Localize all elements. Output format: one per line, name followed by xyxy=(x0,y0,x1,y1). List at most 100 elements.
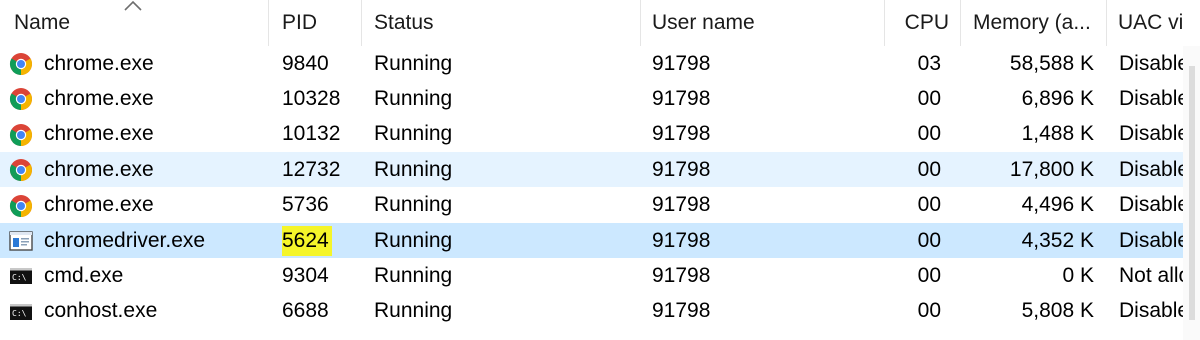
cell-memory-text: 1,488 K xyxy=(1021,122,1094,146)
chrome-icon xyxy=(9,158,33,182)
cell-cpu: 00 xyxy=(886,258,941,293)
cell-memory: 1,488 K xyxy=(960,117,1094,152)
cell-cpu: 00 xyxy=(886,294,941,329)
column-header-user-name[interactable]: User name xyxy=(652,0,882,46)
cell-pid: 5624 xyxy=(282,223,360,258)
column-header-user-name-label: User name xyxy=(652,11,755,34)
cell-uac-text: Disabled xyxy=(1119,193,1183,217)
cell-memory-text: 5,808 K xyxy=(1021,299,1094,323)
cell-memory: 5,808 K xyxy=(960,294,1094,329)
column-divider[interactable] xyxy=(884,0,885,46)
column-header-memory[interactable]: Memory (a... xyxy=(973,0,1103,46)
cell-user-text: 91798 xyxy=(652,86,711,110)
cell-cpu: 03 xyxy=(886,46,941,81)
chrome-icon xyxy=(9,194,33,218)
cell-status-text: Running xyxy=(374,193,453,217)
cell-cpu-text: 00 xyxy=(917,86,941,110)
column-divider[interactable] xyxy=(1106,0,1107,46)
cell-uac-text: Disabled xyxy=(1119,86,1183,110)
cell-uac: Disabled xyxy=(1119,117,1183,152)
cell-status-text: Running xyxy=(374,263,453,287)
cell-status-text: Running xyxy=(374,228,453,252)
cell-cpu: 00 xyxy=(886,223,941,258)
cell-name-text: chrome.exe xyxy=(44,157,154,181)
cell-pid: 9304 xyxy=(282,258,360,293)
cell-cpu-text: 00 xyxy=(917,263,941,287)
cell-cpu-text: 00 xyxy=(917,228,941,252)
cell-pid-text: 9304 xyxy=(282,263,329,287)
cell-status: Running xyxy=(374,294,638,329)
cell-name: chrome.exe xyxy=(44,152,266,187)
cell-uac-text: Disabled xyxy=(1119,51,1183,75)
cell-name-text: cmd.exe xyxy=(44,263,124,287)
column-header-cpu[interactable]: CPU xyxy=(886,0,949,46)
cell-status-text: Running xyxy=(374,299,453,323)
table-row[interactable]: chrome.exe 10132 Running 91798 00 1,488 K Disa… xyxy=(0,117,1200,152)
cell-user: 91798 xyxy=(652,117,882,152)
cell-uac-text: Disabled xyxy=(1119,299,1183,323)
vertical-scrollbar[interactable] xyxy=(1183,46,1200,340)
column-header-pid[interactable]: PID xyxy=(282,0,360,46)
table-row[interactable]: chrome.exe 5736 Running 91798 00 4,496 K Disab… xyxy=(0,188,1200,223)
app-window-icon xyxy=(9,229,33,253)
column-divider[interactable] xyxy=(640,0,641,46)
cell-uac: Not allo xyxy=(1119,258,1183,293)
column-divider[interactable] xyxy=(361,0,362,46)
console-icon: C:\ xyxy=(9,300,33,324)
column-header-uac-label: UAC vir xyxy=(1118,11,1183,34)
column-header-status[interactable]: Status xyxy=(374,0,638,46)
svg-text:C:\: C:\ xyxy=(12,273,27,282)
cell-memory: 4,352 K xyxy=(960,223,1094,258)
cell-pid-text: 10132 xyxy=(282,122,341,146)
cell-uac: Disabled xyxy=(1119,188,1183,223)
cell-name-text: chrome.exe xyxy=(44,86,154,110)
column-header-name[interactable]: Name xyxy=(14,0,266,46)
table-row[interactable]: chrome.exe 9840 Running 91798 03 58,588 K Disa… xyxy=(0,46,1200,81)
cell-memory-text: 6,896 K xyxy=(1021,86,1094,110)
cell-cpu: 00 xyxy=(886,117,941,152)
table-row[interactable]: C:\ cmd.exe 9304 Running 91798 00 0 K Not allo xyxy=(0,258,1200,293)
cell-memory: 6,896 K xyxy=(960,81,1094,116)
cell-uac: Disabled xyxy=(1119,294,1183,329)
cell-name-text: chrome.exe xyxy=(44,122,154,146)
column-divider[interactable] xyxy=(960,0,961,46)
cell-pid-text: 5736 xyxy=(282,193,329,217)
cell-pid: 9840 xyxy=(282,46,360,81)
cell-uac-text: Disabled xyxy=(1119,122,1183,146)
column-header-pid-label: PID xyxy=(282,11,318,34)
cell-memory-text: 0 K xyxy=(1062,263,1094,287)
cell-name: chrome.exe xyxy=(44,46,266,81)
cell-user-text: 91798 xyxy=(652,263,711,287)
cell-memory-text: 4,496 K xyxy=(1021,193,1094,217)
column-header-uac-virtualization[interactable]: UAC vir xyxy=(1118,0,1183,46)
table-row[interactable]: chrome.exe 12732 Running 91798 00 17,800 K Dis… xyxy=(0,152,1200,188)
table-row[interactable]: chromedriver.exe 5624 Running 91798 00 4,352 … xyxy=(0,223,1200,258)
cell-user: 91798 xyxy=(652,188,882,223)
chrome-icon xyxy=(9,52,33,76)
cell-pid-text: 5624 xyxy=(282,228,329,253)
cell-user-text: 91798 xyxy=(652,51,711,75)
cell-user: 91798 xyxy=(652,46,882,81)
cell-user-text: 91798 xyxy=(652,157,711,181)
table-row[interactable]: chrome.exe 10328 Running 91798 00 6,896 K Disa… xyxy=(0,81,1200,116)
cell-status: Running xyxy=(374,152,638,187)
cell-uac: Disabled xyxy=(1119,223,1183,258)
cell-status: Running xyxy=(374,81,638,116)
cell-pid: 10328 xyxy=(282,81,360,116)
cell-pid: 5736 xyxy=(282,188,360,223)
column-divider[interactable] xyxy=(268,0,269,46)
cell-user-text: 91798 xyxy=(652,228,711,252)
cell-name: conhost.exe xyxy=(44,294,266,329)
scrollbar-thumb[interactable] xyxy=(1189,66,1195,320)
cell-cpu: 00 xyxy=(886,188,941,223)
console-icon: C:\ xyxy=(9,264,33,288)
cell-status-text: Running xyxy=(374,51,453,75)
cell-status: Running xyxy=(374,188,638,223)
cell-pid: 10132 xyxy=(282,117,360,152)
table-row[interactable]: C:\ conhost.exe 6688 Running 91798 00 5,808 K D… xyxy=(0,294,1200,329)
cell-name: cmd.exe xyxy=(44,258,266,293)
cell-pid-text: 9840 xyxy=(282,51,329,75)
cell-name-text: chrome.exe xyxy=(44,193,154,217)
cell-memory-text: 17,800 K xyxy=(1009,157,1094,181)
cell-name-text: conhost.exe xyxy=(44,299,158,323)
